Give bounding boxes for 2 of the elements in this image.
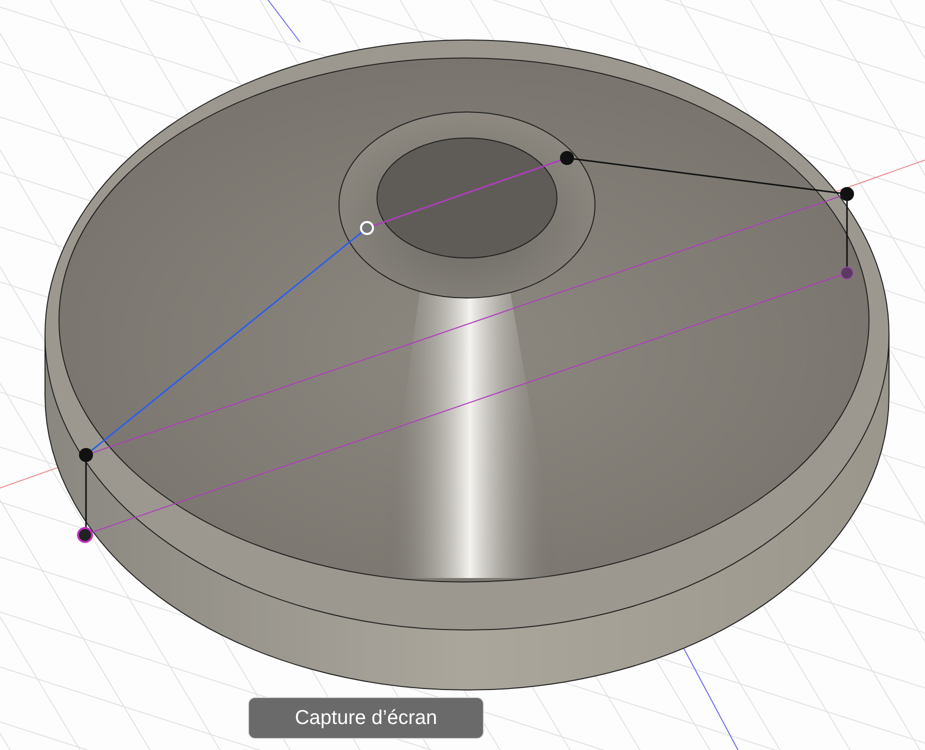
tooltip: Capture d’écran [248,697,484,739]
axis-line [268,0,300,42]
